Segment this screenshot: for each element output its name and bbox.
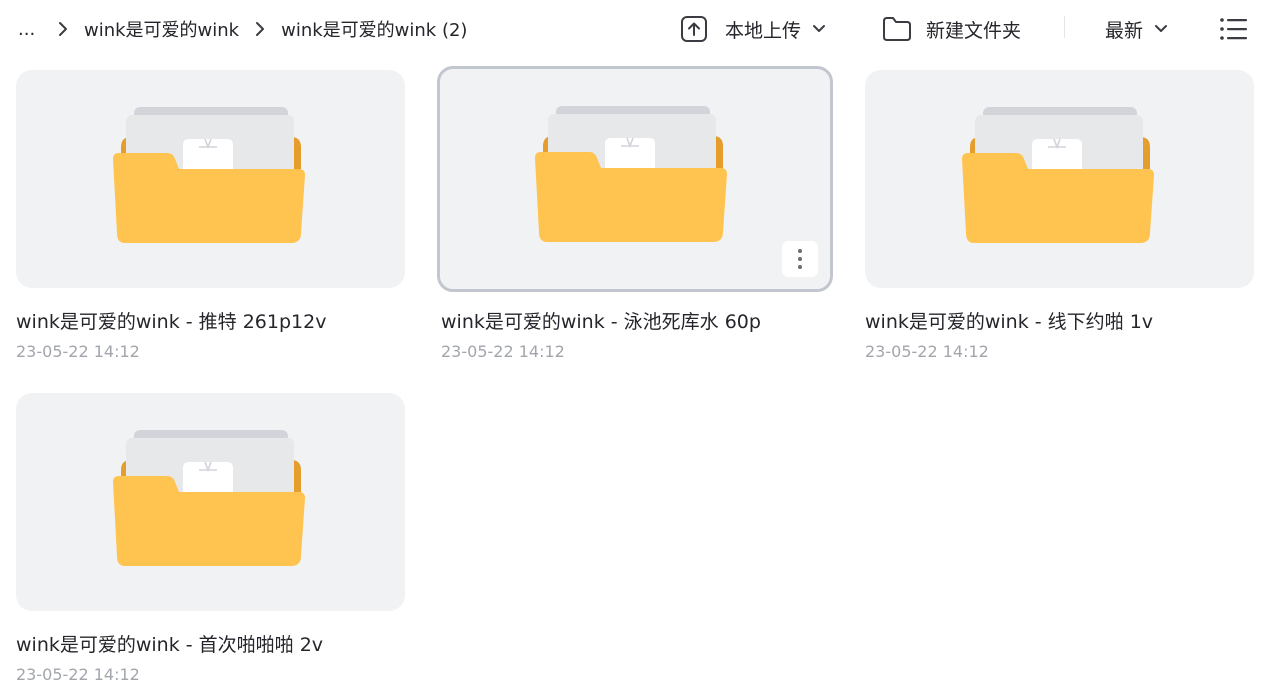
folder-date: 23-05-22 14:12	[865, 342, 989, 361]
folder-date: 23-05-22 14:12	[441, 342, 565, 361]
folder-icon	[535, 106, 727, 242]
list-view-button[interactable]	[1219, 0, 1249, 58]
folder-card[interactable]	[16, 393, 405, 611]
chevron-down-icon	[812, 24, 826, 34]
toolbar-divider	[1064, 16, 1065, 38]
folder-card[interactable]	[16, 70, 405, 288]
more-vertical-icon[interactable]	[782, 241, 818, 277]
chevron-down-icon	[1154, 24, 1168, 34]
breadcrumb-ellipsis[interactable]: ...	[18, 19, 42, 40]
sort-label: 最新	[1105, 19, 1144, 42]
folder-date: 23-05-22 14:12	[16, 665, 140, 684]
folder-title[interactable]: wink是可爱的wink - 首次啪啪啪 2v	[16, 630, 323, 657]
chevron-right-icon	[239, 21, 281, 37]
folder-title[interactable]: wink是可爱的wink - 泳池死库水 60p	[441, 307, 761, 334]
folder-icon	[961, 107, 1154, 243]
folder-card[interactable]	[865, 70, 1254, 288]
folder-title[interactable]: wink是可爱的wink - 线下约啪 1v	[865, 307, 1153, 334]
folder-icon	[112, 107, 305, 243]
breadcrumb-item-parent[interactable]: wink是可爱的wink	[84, 16, 239, 42]
upload-label: 本地上传	[725, 19, 802, 42]
folder-card-selected[interactable]	[437, 66, 833, 292]
new-folder-button[interactable]: 新建文件夹	[882, 0, 1021, 58]
list-view-icon	[1219, 16, 1249, 42]
upload-button[interactable]: 本地上传	[680, 0, 826, 58]
folder-date: 23-05-22 14:12	[16, 342, 140, 361]
upload-icon	[680, 15, 708, 43]
breadcrumb-item-current: wink是可爱的wink (2)	[281, 20, 468, 41]
sort-dropdown[interactable]: 最新	[1105, 0, 1168, 58]
folder-title[interactable]: wink是可爱的wink - 推特 261p12v	[16, 307, 326, 334]
chevron-right-icon	[42, 21, 84, 37]
folder-icon	[112, 430, 305, 566]
new-folder-label: 新建文件夹	[926, 19, 1022, 42]
breadcrumb: ... wink是可爱的wink wink是可爱的wink (2)	[18, 0, 467, 58]
top-toolbar: ... wink是可爱的wink wink是可爱的wink (2) 本地上传 新…	[0, 0, 1277, 58]
folder-outline-icon	[882, 16, 912, 42]
